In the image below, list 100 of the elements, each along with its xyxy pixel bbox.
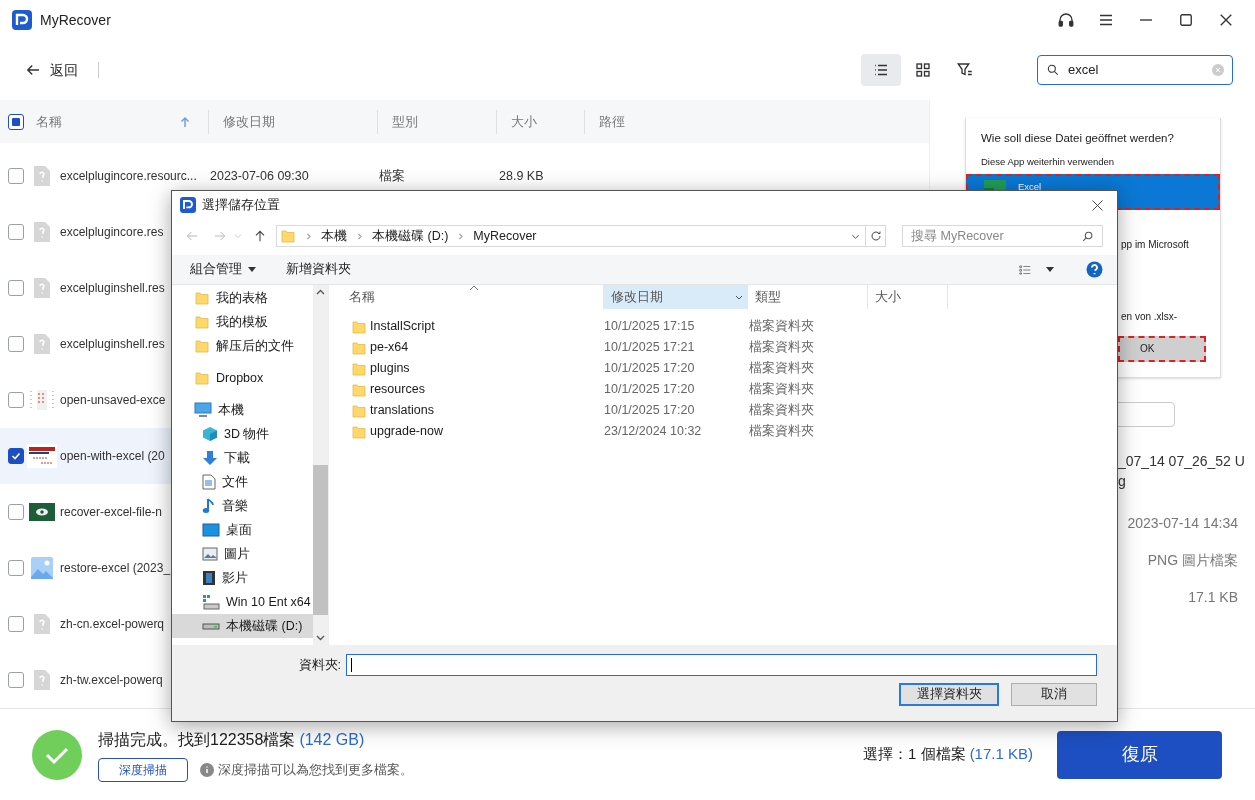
checkbox[interactable] <box>8 336 24 352</box>
drive-icon <box>202 594 220 610</box>
unknown-file-icon <box>33 333 51 355</box>
dropdown-icon[interactable] <box>1046 267 1054 272</box>
nav-item[interactable]: 我的表格 <box>172 286 313 310</box>
column-header[interactable]: 類型 <box>748 285 868 309</box>
folder-icon <box>351 318 367 335</box>
folder-row[interactable]: resources 10/1/2025 17:20 檔案資料夾 <box>351 379 1117 400</box>
file-name: excelpluginshell.res <box>60 280 165 297</box>
select-folder-button[interactable]: 選擇資料夾 <box>899 683 999 706</box>
sort-arrow-icon[interactable] <box>180 115 190 128</box>
nav-item[interactable]: 圖片 <box>172 542 313 566</box>
checkbox[interactable] <box>8 224 24 240</box>
nav-item[interactable]: 下載 <box>172 446 313 470</box>
deep-scan-button[interactable]: 深度掃描 <box>98 757 188 782</box>
column-header[interactable]: 修改日期 <box>223 111 363 132</box>
column-header[interactable]: 大小 <box>868 285 948 309</box>
checkbox[interactable] <box>8 448 24 464</box>
help-icon[interactable] <box>1086 261 1103 278</box>
detail-type: PNG 圖片檔案 <box>1146 551 1238 570</box>
folder-row[interactable]: plugins 10/1/2025 17:20 檔案資料夾 <box>351 358 1117 379</box>
path-segment[interactable]: 本機 <box>321 226 347 246</box>
folder-icon <box>194 370 210 386</box>
image-file-icon <box>31 557 53 579</box>
folder-type: 檔案資料夾 <box>749 360 814 378</box>
close-icon[interactable] <box>1090 197 1105 213</box>
path-segment[interactable]: 本機磁碟 (D:) <box>372 226 449 246</box>
nav-item[interactable]: Dropbox <box>172 366 313 390</box>
folder-icon <box>280 228 296 244</box>
scroll-down-icon[interactable] <box>316 635 325 641</box>
nav-item[interactable]: 桌面 <box>172 518 313 542</box>
column-header[interactable]: 路徑 <box>599 111 871 132</box>
checkbox[interactable] <box>8 616 24 632</box>
chevron-down-icon[interactable] <box>735 294 743 300</box>
checkbox[interactable] <box>8 672 24 688</box>
folder-icon <box>351 402 367 419</box>
checkbox[interactable] <box>8 504 24 520</box>
nav-item[interactable]: 我的模板 <box>172 310 313 334</box>
path-segment[interactable]: MyRecover <box>473 226 537 246</box>
search-field[interactable]: excel <box>1037 55 1233 85</box>
scroll-up-icon[interactable] <box>316 289 325 295</box>
headset-icon[interactable] <box>1057 11 1075 29</box>
scan-total-size: (142 GB) <box>299 729 365 750</box>
checkbox[interactable] <box>8 560 24 576</box>
preview-text: en von .xlsx- <box>1120 309 1179 324</box>
back-button[interactable]: 返回 <box>24 59 78 81</box>
column-header[interactable]: 型別 <box>392 111 482 132</box>
nav-item[interactable]: 本機 <box>172 398 313 422</box>
cancel-button[interactable]: 取消 <box>1011 683 1097 706</box>
folder-icon <box>351 339 367 356</box>
checkbox[interactable] <box>8 280 24 296</box>
refresh-button[interactable] <box>866 225 886 247</box>
folder-date: 23/12/2024 10:32 <box>604 423 703 441</box>
folder-row[interactable]: InstallScript 10/1/2025 17:15 檔案資料夾 <box>351 316 1117 337</box>
folder-row[interactable]: upgrade-now 23/12/2024 10:32 檔案資料夾 <box>351 421 1117 442</box>
column-header[interactable]: 大小 <box>511 111 570 132</box>
command-button[interactable]: 組合管理 <box>190 260 256 279</box>
column-header[interactable]: 名稱 <box>36 111 194 132</box>
file-name-detail: _07_14 07_26_52 U <box>1118 452 1246 471</box>
monitor-icon <box>194 402 212 418</box>
folder-date: 10/1/2025 17:20 <box>604 381 696 399</box>
folder-row[interactable]: translations 10/1/2025 17:20 檔案資料夾 <box>351 400 1117 421</box>
folder-date: 10/1/2025 17:20 <box>604 402 696 420</box>
unknown-file-icon <box>33 613 51 635</box>
folder-input[interactable] <box>346 654 1097 676</box>
file-name: restore-excel (2023_ <box>60 560 171 577</box>
dialog-title: 選擇儲存位置 <box>202 196 280 214</box>
dialog-search-field[interactable]: 搜尋 MyRecover <box>902 225 1103 247</box>
command-button[interactable]: 新增資料夾 <box>286 260 351 279</box>
nav-item[interactable]: 本機磁碟 (D:) <box>172 614 313 638</box>
folder-icon <box>194 338 210 354</box>
refresh-icon <box>869 230 882 242</box>
nav-item[interactable]: 音樂 <box>172 494 313 518</box>
scrollbar[interactable] <box>313 285 328 645</box>
cube-icon <box>202 426 218 442</box>
checkbox[interactable] <box>8 168 24 184</box>
nav-item[interactable]: 影片 <box>172 566 313 590</box>
folder-row[interactable]: pe-x64 10/1/2025 17:21 檔案資料夾 <box>351 337 1117 358</box>
nav-item[interactable]: 文件 <box>172 470 313 494</box>
checkbox[interactable] <box>8 392 24 408</box>
folder-icon <box>351 423 367 440</box>
column-header[interactable]: 修改日期 <box>604 285 748 309</box>
folder-type: 檔案資料夾 <box>749 381 814 399</box>
web-thumbnail-icon <box>27 444 57 468</box>
maximize-icon[interactable] <box>1177 11 1195 29</box>
nav-item[interactable]: 解压后的文件 <box>172 334 313 358</box>
restore-button[interactable]: 復原 <box>1057 730 1222 779</box>
chevron-right-icon <box>304 231 313 241</box>
file-name: excelplugincore.res <box>60 224 164 241</box>
search-icon <box>1081 229 1094 243</box>
nav-item[interactable]: 3D 物件 <box>172 422 313 446</box>
select-all-checkbox[interactable] <box>8 113 24 130</box>
file-name: excelplugincore.resourc... <box>60 168 198 185</box>
sort-caret-icon <box>469 285 479 291</box>
address-bar[interactable]: 本機 本機磁碟 (D:) MyRecover <box>276 225 866 247</box>
dialog-logo-icon <box>180 197 196 213</box>
folder-icon <box>351 360 367 377</box>
nav-item[interactable]: Win 10 Ent x64 <box>172 590 313 614</box>
caret-icon <box>248 267 256 272</box>
file-name: open-unsaved-exce <box>60 392 166 409</box>
